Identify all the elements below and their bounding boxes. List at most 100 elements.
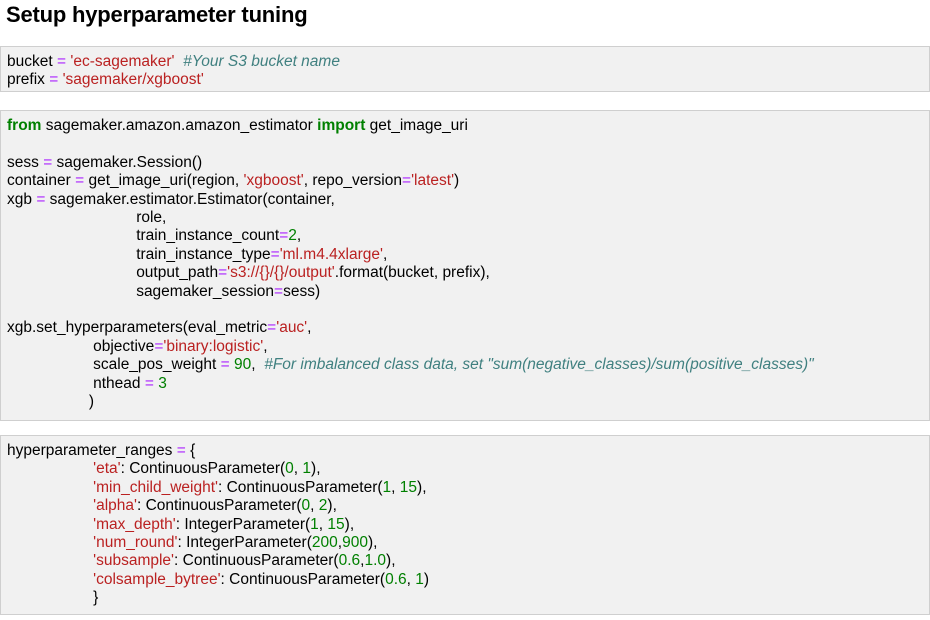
number-literal: 200 [311, 534, 338, 552]
code-line: train_instance_count=2, [7, 227, 301, 244]
operator: = [270, 245, 280, 263]
string-literal: 'ec-sagemaker' [70, 53, 175, 70]
code-text: : IntegerParameter( [175, 515, 311, 533]
operator: = [220, 356, 230, 374]
code-text: ) [423, 570, 430, 588]
number-literal: 0 [285, 460, 294, 478]
code-cell-estimator[interactable]: from sagemaker.amazon.amazon_estimator i… [0, 110, 930, 421]
string-literal: 'num_round' [93, 534, 178, 552]
code-text: get_image_uri [365, 117, 468, 134]
string-literal: 'colsample_bytree' [93, 570, 221, 588]
number-literal: 0.6 [385, 570, 407, 588]
code-line: 'colsample_bytree': ContinuousParameter(… [7, 571, 429, 588]
string-literal: 'sagemaker/xgboost' [62, 71, 204, 89]
operator: = [218, 264, 228, 282]
operator: = [267, 319, 277, 337]
comment: #For imbalanced class data, set "sum(neg… [264, 356, 814, 374]
number-literal: 1 [382, 478, 392, 496]
code-line: sagemaker_session=sess) [7, 283, 320, 300]
code-line: container = get_image_uri(region, 'xgboo… [7, 172, 459, 189]
number-literal: 0.6 [338, 552, 361, 570]
code-line: xgb = sagemaker.estimator.Estimator(cont… [7, 191, 335, 208]
code-text: : ContinuousParameter( [217, 478, 383, 496]
code-text: ), [367, 534, 378, 552]
number-literal: 900 [342, 534, 368, 552]
operator: = [75, 172, 85, 190]
code-text: ) [7, 393, 94, 411]
code-text: nthead [7, 374, 145, 392]
number-literal: 1 [310, 515, 319, 533]
operator: = [56, 53, 67, 70]
code-line: prefix = 'sagemaker/xgboost' [7, 71, 204, 88]
code-line: xgb.set_hyperparameters(eval_metric='auc… [7, 319, 311, 336]
code-text: objective [7, 337, 155, 355]
code-line: 'max_depth': IntegerParameter(1, 15), [7, 516, 354, 533]
string-literal: 'binary:logistic' [163, 337, 264, 355]
code-text: .format(bucket, prefix), [334, 264, 490, 282]
number-literal: 3 [158, 374, 167, 392]
code-text: xgb [7, 190, 37, 208]
code-text: : ContinuousParameter( [220, 570, 386, 588]
code-line: output_path='s3://{}/{}/output'.format(b… [7, 264, 490, 281]
string-literal: 'xgboost' [243, 172, 304, 190]
code-text: ), [327, 497, 337, 515]
code-text: hyperparameter_ranges [7, 442, 177, 459]
number-literal: 90 [234, 356, 252, 374]
code-text: , [310, 497, 319, 515]
code-line: 'num_round': IntegerParameter(200,900), [7, 534, 377, 551]
code-text: : ContinuousParameter( [136, 497, 302, 515]
code-cell-hyperparameter-ranges[interactable]: hyperparameter_ranges = { 'eta': Continu… [0, 435, 930, 615]
code-line: objective='binary:logistic', [7, 337, 267, 355]
number-literal: 1.0 [364, 552, 387, 570]
operator: = [144, 374, 154, 392]
code-block: bucket = 'ec-sagemaker' #Your S3 bucket … [1, 53, 929, 90]
code-text: get_image_uri(region, [84, 172, 244, 190]
code-line: nthead = 3 [7, 375, 167, 392]
code-text: : ContinuousParameter( [174, 552, 339, 570]
code-text: sagemaker.Session() [52, 153, 203, 171]
string-literal: 'auc' [276, 319, 308, 337]
code-line: 'min_child_weight': ContinuousParameter(… [7, 478, 427, 496]
code-text: : IntegerParameter( [177, 534, 312, 552]
code-line: } [7, 589, 98, 606]
keyword: import [317, 117, 366, 134]
code-text: sagemaker.amazon.amazon_estimator [41, 117, 318, 134]
number-literal: 15 [327, 515, 345, 533]
code-text: scale_pos_weight [7, 356, 221, 374]
code-text: , [251, 356, 265, 374]
number-literal: 1 [415, 570, 424, 588]
code-text: ), [344, 515, 355, 533]
code-text: , [406, 570, 416, 588]
code-block: from sagemaker.amazon.amazon_estimator i… [1, 117, 929, 412]
code-text: : ContinuousParameter( [120, 460, 286, 478]
code-text: train_instance_count [7, 227, 280, 245]
string-literal: 's3://{}/{}/output' [227, 264, 335, 282]
code-text: sagemaker_session [7, 282, 275, 300]
operator: = [274, 282, 284, 300]
code-text: , [296, 227, 302, 245]
operator: = [43, 153, 53, 171]
operator: = [402, 172, 412, 190]
number-literal: 15 [399, 478, 418, 496]
code-text: container [7, 172, 76, 190]
code-line: scale_pos_weight = 90, #For imbalanced c… [7, 356, 814, 373]
code-cell-bucket[interactable]: bucket = 'ec-sagemaker' #Your S3 bucket … [0, 46, 930, 92]
operator: = [279, 227, 289, 245]
code-text: , [391, 478, 400, 496]
string-literal: 'max_depth' [93, 515, 176, 533]
code-text: ), [417, 478, 427, 496]
code-text: prefix [7, 71, 50, 89]
number-literal: 0 [301, 497, 311, 515]
operator: = [49, 71, 59, 89]
code-line: train_instance_type='ml.m4.4xlarge', [7, 246, 387, 263]
code-text: bucket [7, 53, 57, 70]
code-text: sess) [283, 282, 321, 300]
code-line: sess = sagemaker.Session() [7, 154, 202, 171]
code-text: output_path [7, 264, 219, 282]
code-line: 'subsample': ContinuousParameter(0.6,1.0… [7, 552, 395, 570]
code-line: role, [7, 209, 166, 226]
